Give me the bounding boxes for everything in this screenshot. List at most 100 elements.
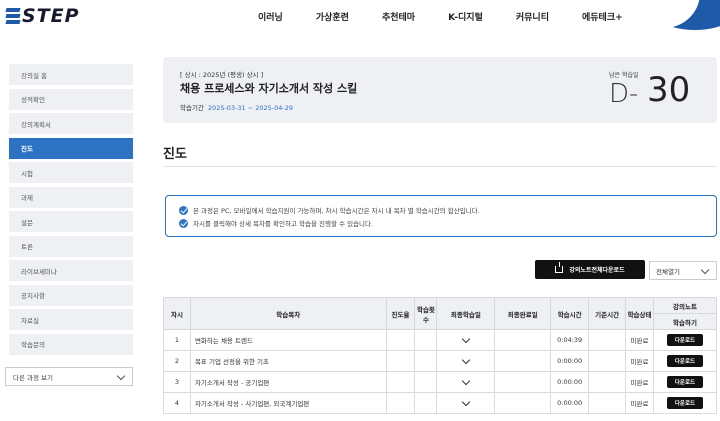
check-circle-icon bbox=[179, 205, 188, 215]
row-title[interactable]: 목표 기업 선정을 위한 기초 bbox=[189, 350, 387, 372]
logo-mark-icon bbox=[5, 7, 21, 25]
row-count bbox=[414, 392, 438, 414]
nav-item-edutech[interactable]: 에듀테크+ bbox=[582, 10, 623, 23]
note-download-button[interactable]: 다운로드 bbox=[666, 397, 704, 409]
chevron-down-icon[interactable] bbox=[461, 355, 471, 365]
sidebar-item-inquiry[interactable]: 학습문의 bbox=[9, 333, 133, 355]
top-navbar: STEP 이러닝 가상훈련 추천테마 K-디지털 커뮤니티 에듀테크+ bbox=[0, 0, 720, 32]
sidebar-item-resources[interactable]: 자료실 bbox=[9, 309, 133, 330]
table-row[interactable]: 1 변화하는 채용 트렌드 0:04:39 미완료 다운로드 bbox=[163, 329, 717, 351]
sidebar-item-discussion[interactable]: 토론 bbox=[9, 235, 133, 257]
sidebar-item-live-seminar[interactable]: 라이브세미나 bbox=[9, 260, 133, 281]
row-expand[interactable] bbox=[436, 329, 496, 351]
chevron-down-icon[interactable] bbox=[461, 376, 471, 386]
sidebar-item-notices[interactable]: 공지사항 bbox=[9, 284, 133, 306]
col-header-count: 학습횟수 bbox=[414, 297, 438, 330]
row-no: 3 bbox=[163, 371, 191, 393]
notice-line: 차시를 클릭해야 상세 목차를 확인하고 학습을 진행할 수 있습니다. bbox=[179, 217, 716, 229]
chevron-down-icon bbox=[700, 265, 710, 275]
row-note: 다운로드 bbox=[653, 329, 717, 351]
notice-text: 차시를 클릭해야 상세 목차를 확인하고 학습을 진행할 수 있습니다. bbox=[193, 220, 374, 228]
row-base-time bbox=[588, 350, 627, 372]
chevron-down-icon[interactable] bbox=[461, 334, 471, 344]
row-base-time bbox=[588, 392, 627, 414]
dday-prefix: D- bbox=[609, 79, 639, 109]
page-title: 진도 bbox=[163, 147, 187, 162]
nav-item-virtual-training[interactable]: 가상훈련 bbox=[316, 10, 349, 23]
sidebar-item-assignment[interactable]: 과제 bbox=[9, 186, 133, 208]
note-download-button[interactable]: 다운로드 bbox=[666, 376, 704, 388]
progress-table: 차시 학습목차 진도율 학습횟수 최종학습일 최종완료일 학습시간 기준시간 학… bbox=[163, 297, 717, 414]
other-course-select-label: 다른 과정 보기 bbox=[13, 373, 54, 382]
row-status: 미완료 bbox=[625, 329, 654, 351]
col-header-title: 학습목차 bbox=[189, 297, 387, 330]
row-time: 0:04:39 bbox=[550, 329, 590, 351]
note-download-button[interactable]: 다운로드 bbox=[666, 334, 704, 346]
course-category: [ 상시 : 2025년 (평생) 상시 ] bbox=[180, 71, 264, 79]
nav-item-k-digital[interactable]: K-디지털 bbox=[448, 10, 483, 23]
row-last-done bbox=[494, 329, 552, 351]
sidebar-item-progress[interactable]: 진도 bbox=[9, 137, 133, 159]
row-progress bbox=[385, 392, 416, 414]
col-header-note-group: 강의노트 bbox=[653, 297, 717, 314]
row-title[interactable]: 변화하는 채용 트렌드 bbox=[189, 329, 387, 351]
note-download-button[interactable]: 다운로드 bbox=[666, 355, 704, 367]
chevron-down-icon[interactable] bbox=[461, 397, 471, 407]
row-title[interactable]: 자기소개서 작성 - 공기업편 bbox=[189, 371, 387, 393]
main-nav: 이러닝 가상훈련 추천테마 K-디지털 커뮤니티 에듀테크+ bbox=[258, 0, 656, 32]
row-status: 미완료 bbox=[625, 350, 654, 372]
title-divider bbox=[163, 166, 717, 167]
row-time: 0:00:00 bbox=[550, 371, 590, 393]
sidebar-item-survey[interactable]: 설문 bbox=[9, 211, 133, 232]
other-course-select[interactable]: 다른 과정 보기 bbox=[5, 367, 133, 386]
sidebar-item-exam[interactable]: 시험 bbox=[9, 162, 133, 183]
table-row[interactable]: 4 자기소개서 작성 - 사기업편, 외국계기업편 0:00:00 미완료 다운… bbox=[163, 392, 717, 414]
nav-item-elearning[interactable]: 이러닝 bbox=[258, 10, 283, 23]
row-note: 다운로드 bbox=[653, 350, 717, 372]
col-header-status: 학습상태 bbox=[625, 297, 654, 330]
row-expand[interactable] bbox=[436, 392, 496, 414]
table-row[interactable]: 3 자기소개서 작성 - 공기업편 0:00:00 미완료 다운로드 bbox=[163, 371, 717, 393]
course-info-card: [ 상시 : 2025년 (평생) 상시 ] 채용 프로세스와 자기소개서 작성… bbox=[163, 57, 717, 123]
row-expand[interactable] bbox=[436, 371, 496, 393]
download-icon bbox=[555, 262, 564, 273]
row-note: 다운로드 bbox=[653, 371, 717, 393]
chevron-down-icon bbox=[116, 371, 126, 381]
row-last-done bbox=[494, 350, 552, 372]
row-count bbox=[414, 371, 438, 393]
table-row[interactable]: 2 목표 기업 선정을 위한 기초 0:00:00 미완료 다운로드 bbox=[163, 350, 717, 372]
col-header-last-study: 최종학습일 bbox=[436, 297, 496, 330]
site-logo[interactable]: STEP bbox=[5, 5, 80, 27]
download-all-notes-button[interactable]: 강의노트전체다운로드 bbox=[535, 260, 645, 279]
row-base-time bbox=[588, 371, 627, 393]
row-last-done bbox=[494, 392, 552, 414]
row-expand[interactable] bbox=[436, 350, 496, 372]
course-period: 학습기간 2025-03-31 ~ 2025-04-29 bbox=[180, 102, 293, 112]
expand-all-select[interactable]: 전체열기 bbox=[649, 261, 717, 280]
sidebar-item-home[interactable]: 강의실 홈 bbox=[9, 64, 133, 85]
nav-item-recommended-theme[interactable]: 추천테마 bbox=[382, 10, 415, 23]
nav-item-community[interactable]: 커뮤니티 bbox=[516, 10, 549, 23]
row-progress bbox=[385, 371, 416, 393]
row-last-done bbox=[494, 371, 552, 393]
classroom-sidebar: 강의실 홈 성적확인 강의계획서 진도 시험 과제 설문 토론 라이브세미나 공… bbox=[9, 64, 133, 358]
course-period-label: 학습기간 bbox=[180, 104, 204, 112]
row-title[interactable]: 자기소개서 작성 - 사기업편, 외국계기업편 bbox=[189, 392, 387, 414]
col-header-note-sub: 학습하기 bbox=[653, 313, 717, 330]
row-status: 미완료 bbox=[625, 392, 654, 414]
sidebar-item-grades[interactable]: 성적확인 bbox=[9, 88, 133, 110]
row-note: 다운로드 bbox=[653, 392, 717, 414]
row-count bbox=[414, 329, 438, 351]
row-base-time bbox=[588, 329, 627, 351]
notice-line: 본 과정은 PC, 모바일에서 학습지원이 가능하며, 차시 학습시간은 차시 … bbox=[179, 204, 716, 216]
check-circle-icon bbox=[179, 218, 188, 228]
remaining-days-label: 남은 학습일 bbox=[609, 72, 639, 79]
row-time: 0:00:00 bbox=[550, 350, 590, 372]
logo-text: STEP bbox=[22, 5, 80, 27]
row-no: 1 bbox=[163, 329, 191, 351]
header-decoration bbox=[650, 0, 720, 32]
row-progress bbox=[385, 350, 416, 372]
sidebar-item-syllabus[interactable]: 강의계획서 bbox=[9, 113, 133, 134]
row-time: 0:00:00 bbox=[550, 392, 590, 414]
notice-box: 본 과정은 PC, 모바일에서 학습지원이 가능하며, 차시 학습시간은 차시 … bbox=[165, 195, 717, 237]
